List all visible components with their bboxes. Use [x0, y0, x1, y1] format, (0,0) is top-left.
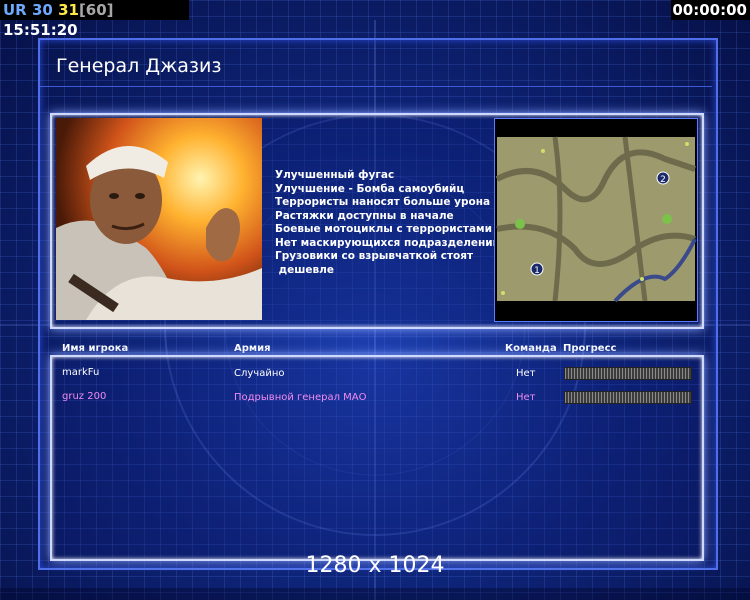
page-title: Генерал Джазиз — [56, 55, 222, 77]
hud-stats: UR 30 31[60] 15:51:20 — [0, 0, 189, 39]
progress-bar — [564, 391, 692, 404]
trait-item: Улучшенный фугас — [275, 169, 395, 181]
hud-count-a: 30 — [31, 1, 53, 19]
hud-timer: 00:00:00 — [671, 0, 750, 20]
trait-item: Грузовики со взрывчаткой стоят — [275, 250, 474, 262]
player-team: Нет — [516, 392, 536, 403]
general-traits-list: Улучшенный фугас Улучшение - Бомба самоу… — [275, 169, 500, 277]
hud-clock: 15:51:20 — [3, 21, 78, 39]
bottom-strip — [0, 588, 750, 600]
timer-value: 00:00:00 — [672, 1, 747, 19]
trait-item: Боевые мотоциклы с террористами — [275, 223, 492, 235]
trait-item: Террористы наносят больше урона — [275, 196, 491, 208]
title-divider — [40, 86, 712, 87]
player-team: Нет — [516, 368, 536, 379]
trait-item: Нет маскирующихся подразделений — [275, 236, 500, 249]
column-header-player-name: Имя игрока — [62, 343, 129, 354]
trait-item: дешевле — [275, 263, 334, 276]
trait-item: Растяжки доступны в начале — [275, 209, 454, 222]
player-army: Подрывной генерал МАО — [234, 392, 367, 403]
player-name: gruz 200 — [62, 391, 107, 402]
hud-count-b: 31 — [58, 1, 79, 19]
column-header-team: Команда — [505, 343, 557, 354]
hud-prefix: UR — [3, 1, 27, 19]
player-army: Случайно — [234, 368, 285, 379]
general-portrait — [56, 118, 262, 320]
resolution-label: 1280 x 1024 — [305, 553, 445, 578]
svg-text:1: 1 — [534, 266, 540, 276]
hud-bracket: [60] — [78, 1, 114, 19]
progress-bar — [564, 367, 692, 380]
column-header-progress: Прогресс — [563, 343, 617, 354]
map-preview[interactable]: 1 2 — [494, 118, 698, 322]
column-header-army: Армия — [234, 343, 271, 354]
player-name: markFu — [62, 367, 100, 378]
svg-text:2: 2 — [660, 175, 666, 185]
trait-item: Улучшение - Бомба самоубийц — [275, 182, 465, 195]
players-table — [50, 355, 704, 561]
